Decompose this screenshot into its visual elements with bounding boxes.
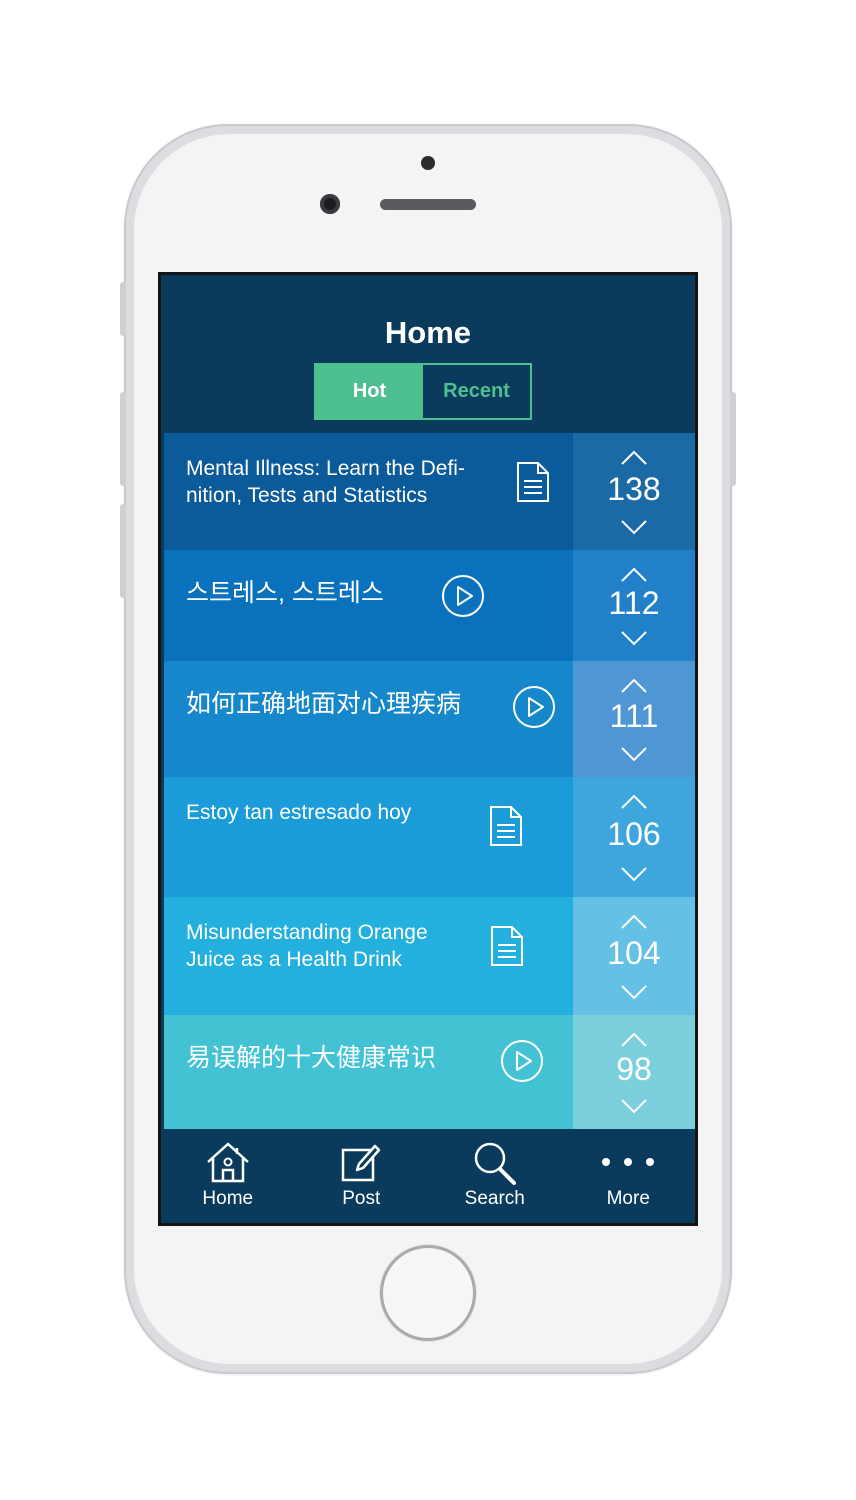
tab-home[interactable]: Home	[161, 1130, 295, 1223]
page-title: Home	[384, 315, 472, 350]
upvote-chevron-icon[interactable]	[619, 913, 649, 931]
feed-row[interactable]: Misunderstanding Orange Juice as a Healt…	[164, 897, 695, 1015]
feed-item-body[interactable]: 如何正确地面对心理疾病	[164, 661, 573, 777]
feed-item-body[interactable]: Mental Illness: Learn the Defi- nition, …	[164, 433, 573, 550]
tab-label: Home	[202, 1188, 254, 1209]
feed-row[interactable]: Mental Illness: Learn the Defi- nition, …	[164, 433, 695, 550]
downvote-chevron-icon[interactable]	[619, 518, 649, 536]
feed-item-body[interactable]: 스트레스, 스트레스	[164, 550, 573, 661]
play-circle-icon[interactable]	[500, 1039, 544, 1088]
more-dots-icon	[598, 1140, 658, 1185]
tab-label: Search	[464, 1188, 525, 1209]
feed-item-body[interactable]: Misunderstanding Orange Juice as a Healt…	[164, 897, 573, 1015]
downvote-chevron-icon[interactable]	[619, 629, 649, 647]
feed-row[interactable]: 如何正确地面对心理疾病 111	[164, 661, 695, 777]
vote-count: 98	[616, 1051, 652, 1087]
feed-item-body[interactable]: 易误解的十大健康常识	[164, 1015, 573, 1129]
feed-segmented-control: Hot Recent	[314, 363, 532, 420]
feed-item-body[interactable]: Estoy tan estresado hoy	[164, 777, 573, 897]
vote-count: 104	[607, 935, 661, 971]
tab-label: More	[606, 1188, 650, 1209]
mute-switch	[120, 282, 126, 336]
document-icon	[489, 805, 523, 852]
house-icon	[204, 1140, 252, 1189]
vote-count: 138	[607, 470, 661, 507]
tab-post[interactable]: Post	[295, 1130, 429, 1223]
feed-item-title: Misunderstanding Orange Juice as a Healt…	[186, 921, 428, 971]
feed-row[interactable]: 스트레스, 스트레스 112	[164, 550, 695, 661]
vote-count: 112	[608, 584, 660, 621]
tab-search[interactable]: Search	[428, 1130, 562, 1223]
vote-panel: 104	[573, 897, 695, 1015]
hardware-home-button[interactable]	[380, 1245, 476, 1341]
downvote-chevron-icon[interactable]	[619, 865, 649, 883]
tab-bar: Home Post Search More	[161, 1130, 695, 1223]
document-icon	[516, 461, 550, 508]
vote-panel: 138	[573, 433, 695, 550]
magnifier-icon	[471, 1140, 519, 1191]
play-circle-icon[interactable]	[441, 574, 485, 623]
volume-up-button	[120, 392, 126, 486]
feed-row[interactable]: 易误解的十大健康常识 98	[164, 1015, 695, 1129]
upvote-chevron-icon[interactable]	[619, 1031, 649, 1049]
segment-hot[interactable]: Hot	[316, 365, 423, 418]
downvote-chevron-icon[interactable]	[619, 983, 649, 1001]
vote-panel: 106	[573, 777, 695, 897]
tab-more[interactable]: More	[562, 1130, 696, 1223]
downvote-chevron-icon[interactable]	[619, 1097, 649, 1115]
feed-item-title: 易误解的十大健康常识	[186, 1044, 437, 1072]
feed-item-title: Estoy tan estresado hoy	[186, 801, 412, 824]
proximity-sensor	[421, 156, 435, 170]
app-screen: Home Hot Recent Mental Illness: Learn th…	[158, 272, 698, 1226]
power-button	[730, 392, 736, 486]
vote-panel: 111	[573, 661, 695, 777]
nav-header: Home Hot Recent	[161, 275, 695, 433]
feed-row[interactable]: Estoy tan estresado hoy 106	[164, 777, 695, 897]
upvote-chevron-icon[interactable]	[619, 677, 649, 695]
compose-icon	[337, 1140, 385, 1189]
tab-label: Post	[342, 1188, 381, 1209]
upvote-chevron-icon[interactable]	[619, 566, 649, 584]
upvote-chevron-icon[interactable]	[619, 449, 649, 467]
segment-recent[interactable]: Recent	[423, 365, 530, 418]
vote-count: 111	[609, 698, 659, 734]
volume-down-button	[120, 504, 126, 598]
vote-panel: 98	[573, 1015, 695, 1129]
vote-count: 106	[607, 816, 661, 852]
front-camera	[320, 194, 340, 214]
play-circle-icon[interactable]	[512, 685, 556, 734]
feed-item-title: 如何正确地面对心理疾病	[186, 690, 462, 718]
document-icon	[490, 925, 524, 972]
upvote-chevron-icon[interactable]	[619, 793, 649, 811]
feed-item-title: Mental Illness: Learn the Defi- nition, …	[186, 457, 465, 507]
vote-panel: 112	[573, 550, 695, 661]
post-feed: Mental Illness: Learn the Defi- nition, …	[164, 433, 695, 1129]
downvote-chevron-icon[interactable]	[619, 745, 649, 763]
earpiece-speaker	[380, 199, 476, 210]
